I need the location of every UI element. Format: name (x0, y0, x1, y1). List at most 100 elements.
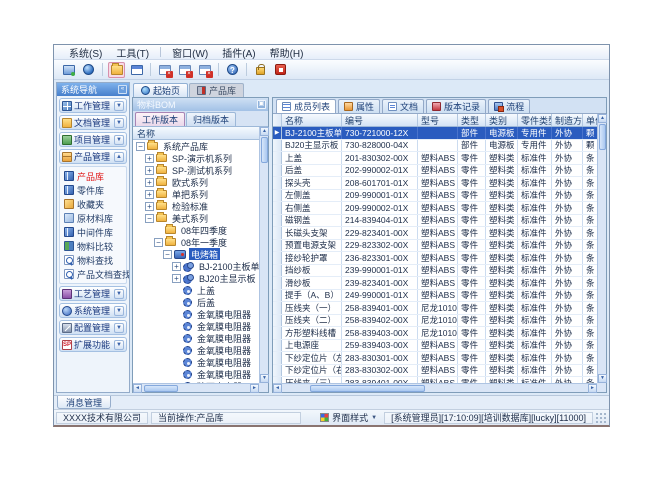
sidebar-item-物料比较[interactable]: 物料比较 (64, 240, 126, 252)
expand-icon[interactable]: + (145, 190, 154, 199)
expand-icon[interactable]: + (145, 178, 154, 187)
scroll-up-icon[interactable]: ▲ (260, 127, 269, 136)
table-row[interactable]: 方形塑料线槽258-839403-00X尼龙1010零件塑料类标准件外协条 (273, 327, 597, 340)
folder-open-button[interactable] (108, 62, 125, 78)
tree-vscroll-thumb[interactable] (261, 137, 268, 163)
table-row[interactable]: 挡纱板239-990001-01X塑料ABS零件塑料类标准件外协条 (273, 265, 597, 278)
close-tab-button[interactable] (176, 62, 193, 78)
window-layout-button[interactable] (128, 62, 145, 78)
chevron-down-icon[interactable]: ▼ (114, 289, 124, 299)
expand-icon[interactable]: + (145, 154, 154, 163)
sidebar-item-物料查找[interactable]: 物料查找 (64, 254, 126, 266)
sidebar-section-文档管理[interactable]: 文档管理▼ (59, 115, 127, 130)
tree-node[interactable]: +单把系列 (133, 188, 259, 200)
grid-vscroll-thumb[interactable] (599, 124, 606, 150)
tree-node[interactable]: 金氧膜电阻器 (133, 344, 259, 356)
chevron-down-icon[interactable]: ▼ (114, 101, 124, 111)
exit-button[interactable] (272, 62, 289, 78)
table-row[interactable]: 左侧盖209-990001-01X塑料ABS零件塑料类标准件外协条 (273, 190, 597, 203)
sidebar-item-零件库[interactable]: 零件库 (64, 184, 126, 196)
member-tab-版本记录[interactable]: 版本记录 (426, 99, 486, 113)
tree-node[interactable]: +SP-测试机系列 (133, 164, 259, 176)
tree-column-header[interactable]: 名称 (133, 127, 259, 140)
table-row[interactable]: 滑纱板239-823401-00X塑料ABS零件塑料类标准件外协条 (273, 277, 597, 290)
globe-button[interactable] (80, 62, 97, 78)
chevron-down-icon[interactable]: ▼ (114, 306, 124, 316)
member-tab-成员列表[interactable]: 成员列表 (276, 99, 336, 113)
table-row[interactable]: 磁钢盖214-839404-01X塑料ABS零件塑料类标准件外协条 (273, 215, 597, 228)
close-window-button[interactable] (156, 62, 173, 78)
ui-style-button[interactable]: 界面样式 ▼ (316, 412, 381, 424)
sidebar-item-中间件库[interactable]: 中间件库 (64, 226, 126, 238)
help-button[interactable]: ? (224, 62, 241, 78)
table-row[interactable]: 压线夹（二）258-839402-00X尼龙1010零件塑料类标准件外协条 (273, 315, 597, 328)
column-header-编号[interactable]: 编号 (342, 114, 418, 126)
tree-node[interactable]: 上盖 (133, 284, 259, 296)
version-tab-归档版本[interactable]: 归档版本 (186, 112, 236, 126)
table-row[interactable]: 接纱轮护罩236-823301-00X塑料ABS零件塑料类标准件外协条 (273, 252, 597, 265)
tree-node[interactable]: 金氧膜电阻器 (133, 332, 259, 344)
table-row[interactable]: 提手（A、B）249-990001-01X塑料ABS零件塑料类标准件外协条 (273, 290, 597, 303)
table-row[interactable]: 长磁头支架229-823401-00X塑料ABS零件塑料类标准件外协条 (273, 227, 597, 240)
tree-node[interactable]: 后盖 (133, 296, 259, 308)
sidebar-section-工艺管理[interactable]: 工艺管理▼ (59, 286, 127, 301)
tree-node[interactable]: 08年四季度 (133, 224, 259, 236)
expand-icon[interactable]: + (145, 166, 154, 175)
expand-icon[interactable]: + (172, 262, 181, 271)
chevron-down-icon[interactable]: ▼ (114, 118, 124, 128)
version-tab-工作版本[interactable]: 工作版本 (135, 112, 185, 126)
message-manager-tab[interactable]: 消息管理 (57, 396, 111, 409)
scroll-right-icon[interactable]: ► (588, 384, 597, 393)
close-all-button[interactable] (196, 62, 213, 78)
column-header-制造方式[interactable]: 制造方式 (552, 114, 583, 126)
tree-horizontal-scrollbar[interactable]: ◄ ► (133, 383, 259, 392)
scroll-up-icon[interactable]: ▲ (598, 114, 607, 123)
chevron-down-icon[interactable]: ▼ (114, 323, 124, 333)
table-row[interactable]: 上盖201-830302-00X塑料ABS零件塑料类标准件外协条 (273, 152, 597, 165)
sidebar-item-原材料库[interactable]: 原材料库 (64, 212, 126, 224)
table-row[interactable]: 后盖202-990002-01X塑料ABS零件塑料类标准件外协条 (273, 165, 597, 178)
tree-node[interactable]: −电烤箱 (133, 248, 259, 260)
tree-node[interactable]: −08年一季度 (133, 236, 259, 248)
sidebar-collapse-icon[interactable]: « (118, 85, 127, 94)
tree-node[interactable]: 金氧膜电阻器 (133, 308, 259, 320)
member-tab-属性[interactable]: 属性 (338, 99, 380, 113)
scroll-down-icon[interactable]: ▼ (260, 374, 269, 383)
column-header-型号[interactable]: 型号 (418, 114, 458, 126)
column-header-类型[interactable]: 类型 (458, 114, 486, 126)
scroll-left-icon[interactable]: ◄ (273, 384, 282, 393)
chevron-down-icon[interactable]: ▼ (114, 135, 124, 145)
table-row[interactable]: 预置电源支架229-823302-00X塑料ABS零件塑料类标准件外协条 (273, 240, 597, 253)
table-row[interactable]: BJ20主显示板730-828000-04X部件电源板专用件外协颗 (273, 140, 597, 153)
table-row[interactable]: 下纱定位片（左）283-830301-00X塑料ABS零件塑料类标准件外协条 (273, 352, 597, 365)
doc-tab-产品库[interactable]: 产品库 (189, 83, 244, 97)
sidebar-section-项目管理[interactable]: 项目管理▼ (59, 132, 127, 147)
expand-icon[interactable]: + (172, 274, 181, 283)
table-row[interactable]: 探头壳208-601701-01X塑料ABS零件塑料类标准件外协条 (273, 177, 597, 190)
table-row[interactable]: 右侧盖209-990002-01X塑料ABS零件塑料类标准件外协条 (273, 202, 597, 215)
tree-node[interactable]: +SP-演示机系列 (133, 152, 259, 164)
tree-node[interactable]: +检验标准 (133, 200, 259, 212)
table-row[interactable]: 下纱定位片（右）283-830302-00X塑料ABS零件塑料类标准件外协条 (273, 365, 597, 378)
tree-node[interactable]: −美式系列 (133, 212, 259, 224)
grid-hscroll-thumb[interactable] (310, 385, 425, 392)
chevron-down-icon[interactable]: ▼ (114, 340, 124, 350)
sidebar-section-配置管理[interactable]: 配置管理▼ (59, 320, 127, 335)
member-tab-文档[interactable]: 文档 (382, 99, 424, 113)
chevron-up-icon[interactable]: ▲ (114, 152, 124, 162)
table-row[interactable]: 压线夹（一）258-839401-00X尼龙1010零件塑料类标准件外协条 (273, 302, 597, 315)
tree-node[interactable]: +BJ20主显示板 (133, 272, 259, 284)
sidebar-section-系统管理[interactable]: 系统管理▼ (59, 303, 127, 318)
menu-item[interactable]: 工具(T) (109, 44, 156, 61)
scroll-left-icon[interactable]: ◄ (133, 384, 142, 393)
collapse-icon[interactable]: − (136, 142, 145, 151)
table-row[interactable]: 上电源座259-839403-00X塑料ABS零件塑料类标准件外协条 (273, 340, 597, 353)
column-header-类别[interactable]: 类别 (486, 114, 518, 126)
collapse-icon[interactable]: − (163, 250, 172, 259)
sidebar-section-工作管理[interactable]: 工作管理▼ (59, 98, 127, 113)
tree-node[interactable]: 金氧膜电阻器 (133, 356, 259, 368)
menu-item[interactable]: 插件(A) (215, 44, 262, 61)
column-header-零件类型[interactable]: 零件类型 (518, 114, 552, 126)
column-header-单位[interactable]: 单位 (583, 114, 597, 126)
tree-node[interactable]: +欧式系列 (133, 176, 259, 188)
